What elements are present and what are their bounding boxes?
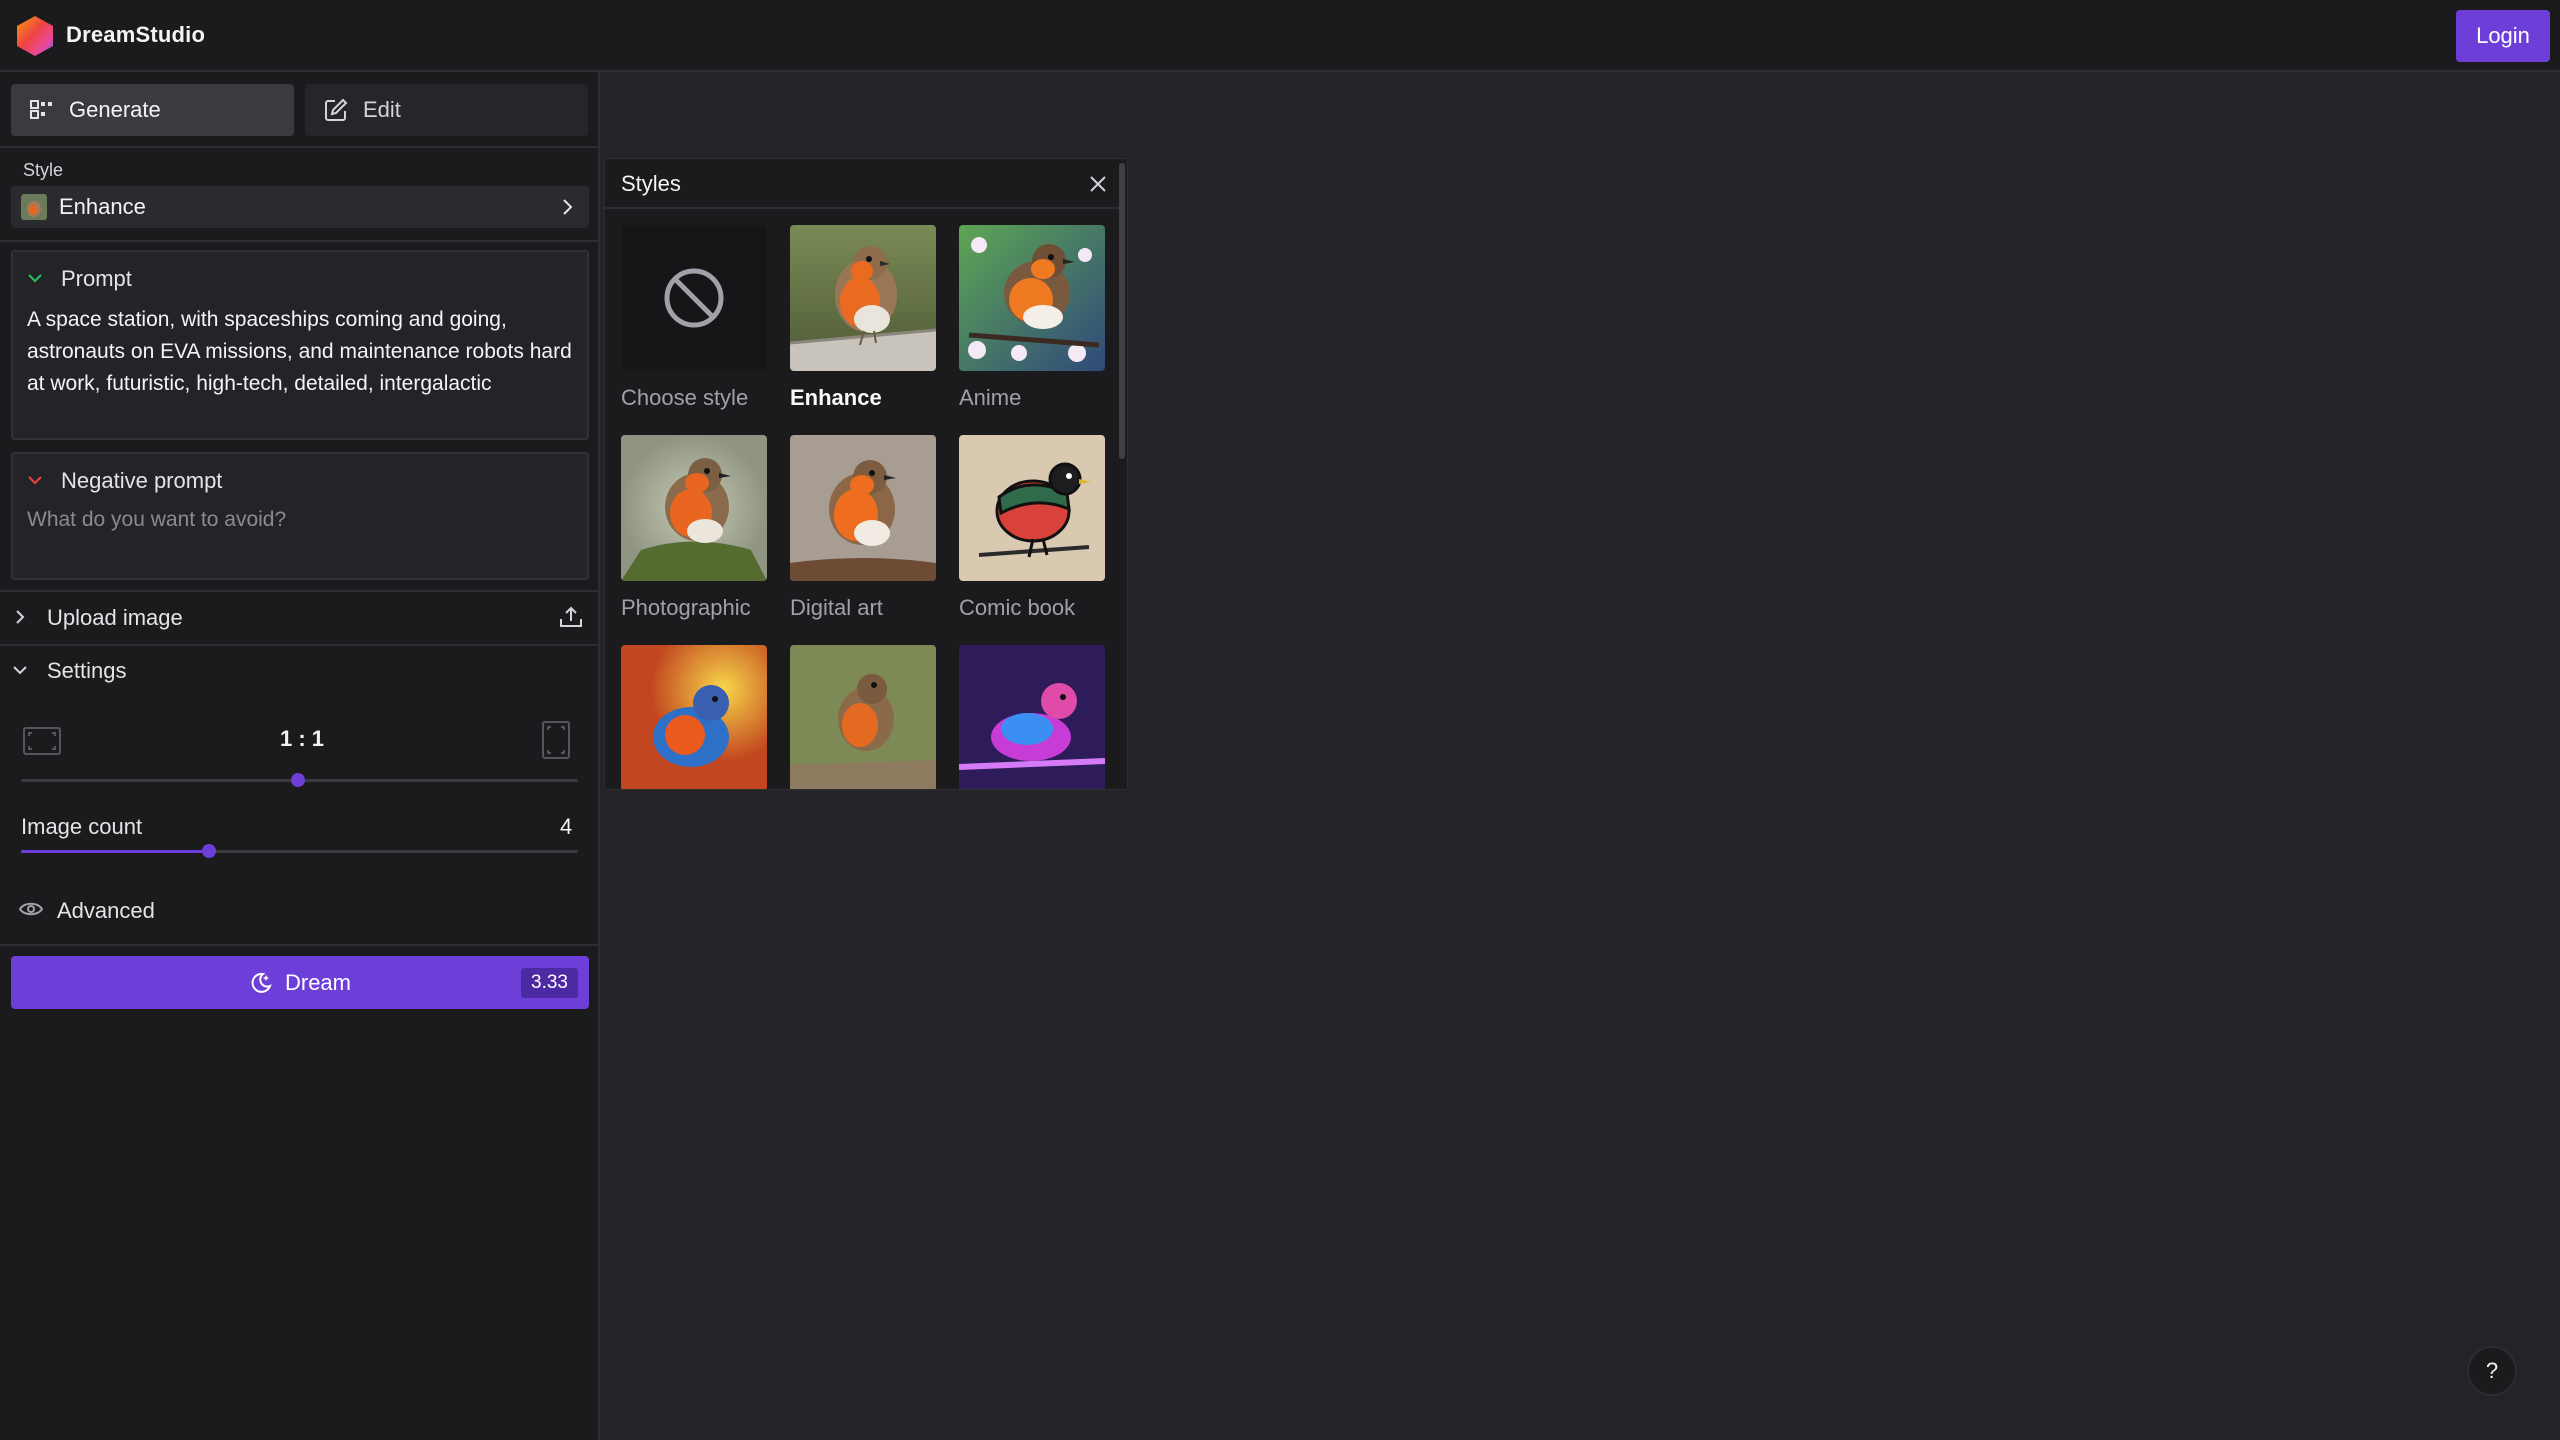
style-option-neon-punk[interactable] (959, 645, 1107, 789)
image-count-slider-thumb[interactable] (202, 844, 216, 858)
style-option-digital-art[interactable]: Digital art (790, 435, 938, 621)
style-label: Style (23, 160, 64, 180)
landscape-ratio-icon[interactable] (22, 726, 62, 756)
divider (0, 944, 598, 946)
settings-label[interactable]: Settings (47, 658, 127, 684)
upload-icon[interactable] (558, 604, 584, 630)
style-option-label: Digital art (790, 595, 883, 620)
robin-enhance-image (790, 225, 936, 371)
bird-neon-image (959, 645, 1105, 789)
bird-colorful-image (621, 645, 767, 789)
robin-digital-art-image (790, 435, 936, 581)
robin-analog-image (790, 645, 936, 789)
prompt-panel: Prompt A space station, with spaceships … (11, 250, 589, 440)
portrait-ratio-icon[interactable] (541, 720, 571, 760)
image-count-slider-fill (21, 850, 209, 853)
tab-edit-label: Edit (363, 97, 401, 122)
image-count-value: 4 (560, 814, 573, 839)
help-button[interactable]: ? (2467, 1346, 2517, 1396)
style-option-anime[interactable]: Anime (959, 225, 1107, 411)
chevron-down-icon[interactable] (12, 664, 28, 676)
robin-photographic-image (621, 435, 767, 581)
chevron-down-icon[interactable] (27, 474, 43, 486)
style-option-analog-film[interactable] (790, 645, 938, 789)
styles-popover: Styles Choose style Enhance Anime Photog… (604, 158, 1128, 790)
styles-scrollbar[interactable] (1119, 163, 1125, 459)
style-option-label: Anime (959, 385, 1022, 410)
style-option-label: Photographic (621, 595, 751, 620)
upload-image-label: Upload image (47, 605, 183, 630)
style-option-label: Enhance (790, 385, 882, 410)
aspect-ratio-slider-thumb[interactable] (291, 773, 305, 787)
divider (0, 146, 598, 148)
chevron-right-icon (563, 199, 573, 215)
moon-icon (251, 972, 272, 993)
image-count-label: Image count (21, 814, 143, 839)
styles-popover-title: Styles (621, 171, 681, 196)
grid-icon (30, 100, 52, 119)
style-option-none[interactable]: Choose style (621, 225, 769, 411)
aspect-ratio-value: 1 : 1 (280, 726, 325, 751)
style-value: Enhance (59, 194, 146, 219)
login-button[interactable]: Login (2456, 10, 2550, 62)
divider (0, 240, 598, 242)
robin-anime-image (959, 225, 1105, 371)
divider (0, 644, 598, 646)
dreamstudio-logo-icon (17, 16, 53, 56)
eye-icon (19, 902, 43, 916)
app-header: DreamStudio Login (0, 0, 2560, 72)
style-thumbnail (21, 194, 47, 220)
credits-badge: 3.33 (521, 968, 578, 998)
brand-name: DreamStudio (66, 22, 206, 47)
tab-generate-label: Generate (69, 97, 161, 122)
style-select[interactable]: Enhance (11, 186, 589, 228)
tab-edit[interactable]: Edit (305, 84, 588, 136)
style-option-photographic[interactable]: Photographic (621, 435, 769, 621)
prompt-title: Prompt (61, 266, 132, 291)
tab-generate[interactable]: Generate (11, 84, 294, 136)
styles-popover-header: Styles (605, 159, 1127, 209)
style-option-enhance[interactable]: Enhance (790, 225, 938, 411)
advanced-toggle[interactable]: Advanced (0, 890, 598, 930)
edit-icon (325, 98, 348, 121)
negative-prompt-input[interactable] (27, 508, 577, 532)
style-option-fantasy[interactable] (621, 645, 769, 789)
dream-button[interactable]: Dream 3.33 (11, 956, 589, 1009)
no-style-icon (621, 225, 767, 371)
chevron-down-icon[interactable] (27, 272, 43, 284)
style-option-label: Choose style (621, 385, 749, 410)
style-option-comic-book[interactable]: Comic book (959, 435, 1107, 621)
sidebar: Generate Edit Style Enhance Prompt A spa… (0, 72, 600, 1440)
close-icon[interactable] (1089, 175, 1107, 193)
robin-comic-book-image (959, 435, 1105, 581)
prompt-input[interactable]: A space station, with spaceships coming … (27, 304, 577, 400)
advanced-label: Advanced (57, 898, 155, 923)
style-option-label: Comic book (959, 595, 1076, 620)
upload-image-row[interactable]: Upload image (0, 592, 598, 642)
negative-prompt-panel: Negative prompt (11, 452, 589, 580)
dream-label: Dream (284, 969, 351, 995)
chevron-right-icon (16, 610, 25, 624)
negative-prompt-title: Negative prompt (61, 468, 223, 493)
